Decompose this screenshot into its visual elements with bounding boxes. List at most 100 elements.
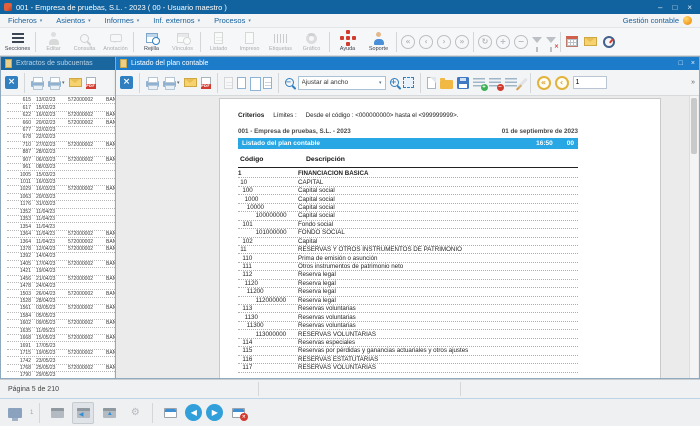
report-page: CriteriosLímites :Desde el código : <000… [219, 98, 661, 378]
toolbar-separator [329, 32, 330, 52]
print-preview-area[interactable]: CriteriosLímites :Desde el código : <000… [116, 96, 699, 378]
multi-page-button[interactable] [263, 76, 272, 90]
report-page-number: 00 [567, 140, 574, 147]
first-page-button[interactable]: « [537, 76, 551, 90]
etiquetas-button[interactable]: Etiquetas [265, 28, 296, 55]
toolbar-separator [133, 32, 134, 52]
export-pdf-button[interactable] [86, 76, 96, 90]
calendar-button[interactable] [566, 35, 578, 49]
close-window-button[interactable]: × [227, 402, 249, 424]
account-description: Reserva legal [298, 288, 578, 295]
menu-asientos[interactable]: Asientos [56, 16, 90, 25]
zoom-in-button[interactable]: + [390, 76, 399, 90]
entry-date: 11/04/23 [36, 209, 68, 215]
restore-window-button[interactable] [159, 402, 181, 424]
minimize-button[interactable]: – [658, 3, 662, 12]
entry-number: 1668 [7, 335, 31, 341]
single-page-button[interactable] [237, 76, 246, 90]
anotacion-button[interactable]: Anotación [100, 28, 131, 55]
previous-window-button[interactable]: ◀ [185, 404, 202, 421]
module-selector[interactable]: Gestión contable [623, 16, 692, 25]
annotate-button[interactable] [521, 76, 524, 90]
filter-button[interactable] [530, 35, 544, 49]
send-mail-button[interactable] [184, 76, 197, 90]
export-pdf-button[interactable] [201, 76, 211, 90]
nav-prev-button[interactable]: ‹ [419, 35, 433, 49]
nav-next-button[interactable]: › [437, 35, 451, 49]
account-description: Capital social [298, 196, 578, 203]
scrollbar-thumb[interactable] [691, 98, 697, 154]
rejilla-button[interactable]: Rejilla [136, 28, 167, 55]
filter-clear-button[interactable]: × [544, 35, 558, 49]
mdi-area: Extractos de subcuentas × ▾ 615 13/02/23… [0, 56, 700, 379]
send-mail-button[interactable] [69, 76, 82, 90]
document-icon [120, 59, 127, 68]
nav-first-button[interactable]: « [401, 35, 415, 49]
entry-date: 06/03/23 [36, 157, 68, 163]
window-listado-plan-contable[interactable]: Listado del plan contable □ × × ▾ [115, 56, 700, 379]
menu-ficheros[interactable]: Ficheros [8, 16, 42, 25]
add-button[interactable]: + [496, 35, 510, 49]
close-button[interactable]: × [687, 3, 692, 12]
child-titlebar[interactable]: Listado del plan contable □ × [116, 57, 699, 70]
vinculos-button[interactable]: Vínculos [167, 28, 198, 55]
child-maximize-button[interactable]: □ [679, 60, 683, 67]
new-document-button[interactable] [427, 76, 436, 90]
entry-date: 28/02/23 [36, 149, 68, 155]
links-icon [177, 33, 189, 43]
print-button[interactable] [31, 76, 44, 90]
refresh-button[interactable]: ↻ [478, 35, 492, 49]
dashboard-button[interactable] [603, 35, 615, 49]
cascade-windows-button[interactable] [46, 402, 68, 424]
window-settings-button[interactable]: ⚙ [124, 402, 146, 424]
close-preview-button[interactable]: × [5, 76, 18, 89]
module-label: Gestión contable [623, 16, 679, 25]
consulta-button[interactable]: Consulta [69, 28, 100, 55]
tile-left-button[interactable]: ◀ [72, 402, 94, 424]
list-add-icon [473, 78, 485, 88]
editar-button[interactable]: Editar [38, 28, 69, 55]
listado-button[interactable]: Listado [203, 28, 234, 55]
desktop-button[interactable] [4, 402, 26, 424]
filter-icon [546, 37, 556, 43]
tile-top-button[interactable]: ▲ [98, 402, 120, 424]
vertical-scrollbar[interactable] [689, 96, 698, 378]
entry-number: 1405 [7, 261, 31, 267]
prev-page-button[interactable]: ‹ [555, 76, 569, 90]
toolbar-separator [560, 32, 561, 52]
list-remove-button[interactable] [489, 76, 501, 90]
close-preview-button[interactable]: × [120, 76, 133, 89]
zoom-mode-select[interactable]: Ajustar al ancho [298, 76, 386, 90]
page-number-input[interactable] [573, 76, 607, 89]
list-edit-button[interactable] [505, 76, 517, 90]
menu-procesos[interactable]: Procesos [214, 16, 251, 25]
maximize-button[interactable]: □ [672, 3, 677, 12]
grafico-button[interactable]: Gráfico [296, 28, 327, 55]
zoom-out-button[interactable]: − [285, 76, 294, 90]
print-export-button[interactable]: ▾ [48, 76, 65, 90]
soporte-button[interactable]: Soporte [363, 28, 394, 55]
preview-search-button[interactable] [224, 76, 233, 90]
next-window-button[interactable]: ▶ [206, 404, 223, 421]
entry-date: 16/03/23 [36, 186, 68, 192]
open-button[interactable] [440, 76, 453, 90]
remove-button[interactable]: − [514, 35, 528, 49]
grid-search-icon [146, 33, 158, 43]
print-export-button[interactable]: ▾ [163, 76, 180, 90]
printed-form-icon [245, 32, 254, 44]
menu-informes[interactable]: Informes [105, 16, 140, 25]
mail-button[interactable] [584, 35, 597, 49]
print-button[interactable] [146, 76, 159, 90]
impreso-button[interactable]: Impreso [234, 28, 265, 55]
two-pages-button[interactable] [250, 76, 259, 90]
save-button[interactable] [457, 76, 469, 90]
secciones-button[interactable]: Secciones [2, 28, 33, 55]
fit-window-button[interactable] [403, 76, 414, 90]
list-add-button[interactable] [473, 76, 485, 90]
child-close-button[interactable]: × [691, 60, 695, 67]
ayuda-button[interactable]: Ayuda [332, 28, 363, 55]
menu-inf-externos[interactable]: Inf. externos [153, 16, 200, 25]
toolbar-overflow-button[interactable]: » [691, 79, 695, 86]
nav-last-button[interactable]: » [455, 35, 469, 49]
entry-account: 572000002 [68, 320, 106, 326]
